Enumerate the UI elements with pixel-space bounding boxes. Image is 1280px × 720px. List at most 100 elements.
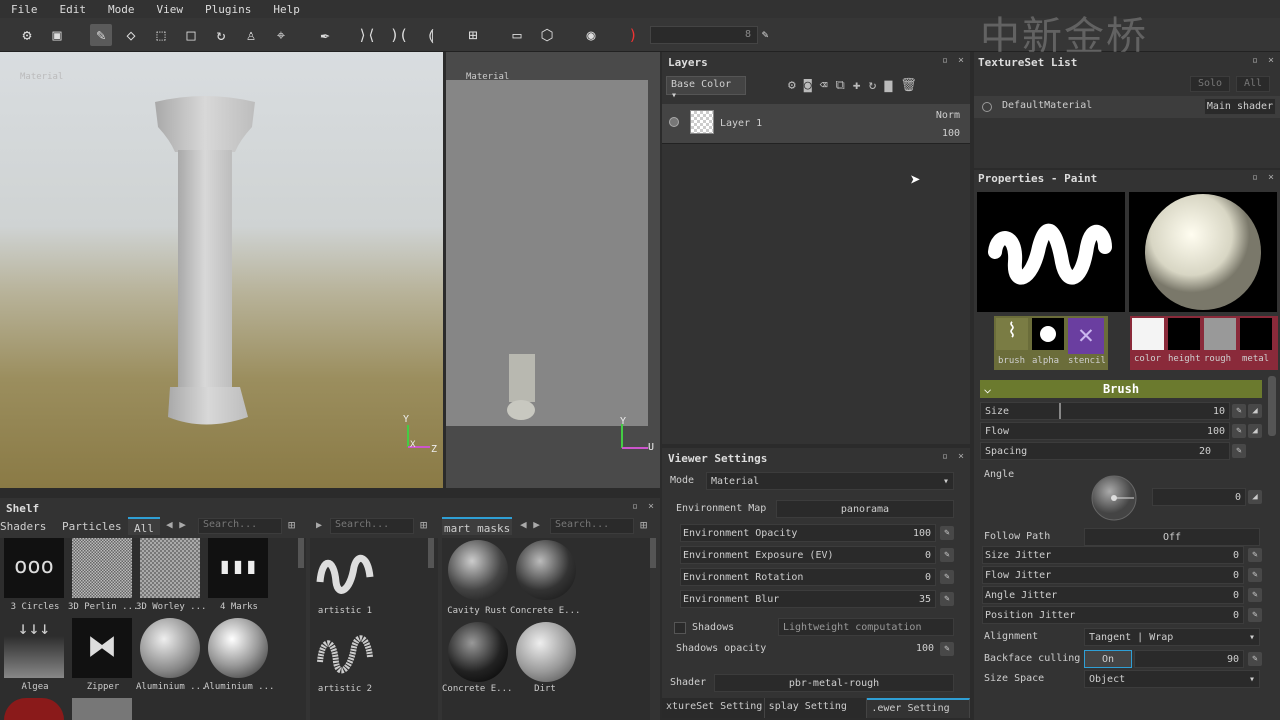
env-opacity-slider[interactable]: Environment Opacity 100 <box>680 524 936 542</box>
shelf-tab-shaders[interactable]: Shaders <box>0 520 46 533</box>
mask-concrete-1[interactable] <box>516 540 576 600</box>
tab-display-settings[interactable]: splay Setting <box>765 698 868 718</box>
brush-artistic-2[interactable] <box>314 622 376 682</box>
refresh-icon[interactable]: ↻ <box>869 78 877 93</box>
shelf-tab-all[interactable]: All <box>128 517 160 535</box>
shadows-checkbox[interactable] <box>674 622 686 634</box>
shelf-item-4-marks[interactable]: ▮▮▮ <box>208 538 268 598</box>
env-map-button[interactable]: panorama <box>776 500 954 518</box>
layer-row[interactable]: Layer 1 Norm 100 <box>662 104 970 144</box>
angle-field[interactable]: 0 <box>1152 488 1246 506</box>
angle-dial[interactable] <box>1090 474 1138 522</box>
close-icon[interactable]: × <box>958 55 964 66</box>
menu-edit[interactable]: Edit <box>49 3 98 16</box>
backface-angle-slider[interactable]: 90 <box>1134 650 1244 668</box>
mirror-icon[interactable]: )( <box>388 24 410 46</box>
paint-brush-icon[interactable]: ✎ <box>90 24 112 46</box>
brush-artistic-1[interactable] <box>314 542 376 602</box>
add-fill-icon[interactable]: ⧉ <box>835 78 844 93</box>
menu-plugins[interactable]: Plugins <box>194 3 262 16</box>
plugin-icon[interactable]: ) <box>622 24 644 46</box>
render-icon[interactable]: ◉ <box>580 24 602 46</box>
symmetry-icon[interactable]: ⟩⟨ <box>356 24 378 46</box>
props-scrollbar[interactable] <box>1268 376 1276 436</box>
backface-toggle[interactable]: On <box>1084 650 1132 668</box>
viewport-3d[interactable]: Material Y X Z <box>0 52 443 488</box>
delete-icon[interactable]: 🗑 <box>900 78 917 93</box>
brushes-scrollbar[interactable] <box>428 538 434 568</box>
layer-blend[interactable]: Norm <box>936 110 960 121</box>
edit-icon[interactable]: ✎ <box>1232 404 1246 418</box>
project-icon[interactable]: ⚙ <box>16 24 38 46</box>
tab-prev-icon[interactable]: ◀ ▶ <box>166 518 186 531</box>
material-picker-icon[interactable]: ⌖ <box>270 24 292 46</box>
float-icon[interactable]: ▫ <box>1252 55 1258 66</box>
close-icon[interactable]: × <box>1268 55 1274 66</box>
edit-icon[interactable]: ✎ <box>1248 548 1262 562</box>
size-slider[interactable]: Size 10 <box>980 402 1230 420</box>
shelf-scrollbar[interactable] <box>298 538 304 568</box>
position-jitter-slider[interactable]: Position Jitter 0 <box>982 606 1244 624</box>
brushes-search[interactable]: Search... <box>330 518 414 534</box>
tab-viewer-settings[interactable]: .ewer Setting <box>867 698 971 718</box>
color-picker-icon[interactable]: ✒ <box>314 24 336 46</box>
shelf-item-3-circles[interactable]: ooo <box>4 538 64 598</box>
visibility-icon[interactable] <box>982 102 992 112</box>
shader-button[interactable]: Main shader <box>1204 98 1276 115</box>
float-icon[interactable]: ▫ <box>942 55 948 66</box>
env-blur-slider[interactable]: Environment Blur 35 <box>680 590 936 608</box>
toolbar-value-field[interactable]: 8 <box>650 26 758 44</box>
close-icon[interactable]: × <box>1268 172 1274 183</box>
add-mask-icon[interactable]: ◙ <box>804 78 812 93</box>
visibility-icon[interactable] <box>669 117 679 127</box>
edit-icon[interactable]: ✎ <box>940 592 954 606</box>
pressure-icon[interactable]: ◢ <box>1248 404 1262 418</box>
edit-icon[interactable]: ✎ <box>940 526 954 540</box>
shelf-item-aluminium-1[interactable] <box>140 618 200 678</box>
rough-map[interactable] <box>1204 318 1236 350</box>
angle-jitter-slider[interactable]: Angle Jitter 0 <box>982 586 1244 604</box>
flow-slider[interactable]: Flow 100 <box>980 422 1230 440</box>
pressure-icon[interactable]: ◢ <box>1248 490 1262 504</box>
add-effect-icon[interactable]: ⚙ <box>788 78 796 93</box>
alpha-slot[interactable] <box>1032 318 1064 350</box>
edit-icon[interactable]: ✎ <box>1248 608 1262 622</box>
shadows-opacity-value[interactable]: 100 <box>916 640 934 658</box>
masks-scrollbar[interactable] <box>650 538 656 568</box>
env-exposure-slider[interactable]: Environment Exposure (EV) 0 <box>680 546 936 564</box>
all-button[interactable]: All <box>1236 76 1270 92</box>
shelf-tab-smart-masks[interactable]: mart masks <box>442 517 513 535</box>
float-icon[interactable]: ▫ <box>1252 172 1258 183</box>
eraser-icon[interactable]: ◇ <box>120 24 142 46</box>
smudge-icon[interactable]: ↻ <box>210 24 232 46</box>
pressure-icon[interactable]: ◢ <box>1248 424 1262 438</box>
float-icon[interactable]: ▫ <box>632 501 638 512</box>
color-map[interactable] <box>1132 318 1164 350</box>
folder-icon[interactable]: ▆ <box>884 78 892 93</box>
camera-icon[interactable]: ▭ <box>506 24 528 46</box>
shelf-search[interactable]: Search... <box>198 518 282 534</box>
metal-map[interactable] <box>1240 318 1272 350</box>
cube-view-icon[interactable]: ⬡ <box>536 24 558 46</box>
shelf-item-red[interactable] <box>4 698 64 720</box>
shelf-item-next[interactable] <box>72 698 132 720</box>
brush-slot[interactable]: ⌇ <box>996 318 1028 350</box>
projection-icon[interactable]: ⬚ <box>150 24 172 46</box>
grid-view-icon[interactable]: ⊞ <box>640 518 647 532</box>
shader-select[interactable]: pbr-metal-rough <box>714 674 954 692</box>
solo-button[interactable]: Solo <box>1190 76 1230 92</box>
close-icon[interactable]: × <box>648 501 654 512</box>
menu-view[interactable]: View <box>146 3 195 16</box>
edit-icon[interactable]: ✎ <box>940 548 954 562</box>
menu-help[interactable]: Help <box>262 3 311 16</box>
edit-icon[interactable]: ✎ <box>1248 652 1262 666</box>
flow-jitter-slider[interactable]: Flow Jitter 0 <box>982 566 1244 584</box>
size-jitter-slider[interactable]: Size Jitter 0 <box>982 546 1244 564</box>
follow-path-toggle[interactable]: Off <box>1084 528 1260 546</box>
shelf-item-zipper[interactable]: ⧓ <box>72 618 132 678</box>
channel-select[interactable]: Base Color ▾ <box>666 76 746 101</box>
viewport-2d[interactable]: Material Y U <box>446 52 660 488</box>
layout-icon[interactable]: ⊞ <box>462 24 484 46</box>
save-icon[interactable]: ▣ <box>46 24 68 46</box>
edit-icon[interactable]: ✎ <box>1232 444 1246 458</box>
